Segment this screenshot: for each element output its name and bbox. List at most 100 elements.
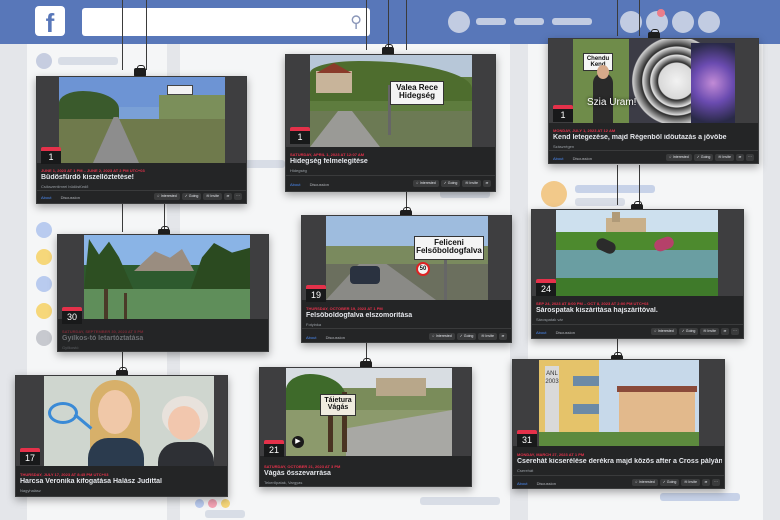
more-options-icon[interactable]: ··· — [746, 154, 754, 161]
invite-button[interactable]: ✉ Invite — [700, 328, 719, 335]
share-icon[interactable]: ➦ — [224, 193, 232, 200]
facebook-search-bar[interactable]: ⚲ — [82, 8, 370, 36]
tab-discussion[interactable]: Discussion — [573, 156, 592, 161]
event-location[interactable]: Gyilkostó — [62, 345, 78, 350]
going-button[interactable]: ✓ Going — [456, 333, 477, 340]
text-placeholder — [575, 185, 655, 193]
tab-discussion[interactable]: Discussion — [310, 182, 329, 187]
invite-button[interactable]: ✉ Invite — [715, 154, 734, 161]
interested-button[interactable]: ☆ Interested — [153, 193, 180, 200]
event-card[interactable]: Feliceni Felsőboldogfalva 50 19 THURSDAY,… — [301, 215, 512, 343]
avatar-icon — [541, 181, 567, 207]
tab-about[interactable]: About — [553, 156, 563, 161]
share-icon[interactable]: ➦ — [499, 333, 507, 340]
account-icon[interactable] — [698, 11, 720, 33]
share-icon[interactable]: ➦ — [702, 479, 710, 486]
event-card[interactable]: 30 SATURDAY, SEPTEMBER 30, 2023 AT 5 PM … — [57, 234, 269, 352]
speed-limit-sign: 50 — [416, 262, 430, 276]
cover-photo: Feliceni Felsőboldogfalva 50 — [326, 216, 488, 300]
cover-photo: Táietura Vágás ▶ — [286, 368, 452, 456]
event-actions: ☆ Interested ✓ Going ✉ Invite ➦ ··· — [631, 479, 720, 486]
tab-about[interactable]: About — [536, 330, 546, 335]
interested-button[interactable]: ☆ Interested — [412, 180, 439, 187]
event-location[interactable]: Nagyhalász — [20, 488, 41, 493]
going-button[interactable]: ✓ Going — [181, 193, 202, 200]
more-options-icon[interactable]: ··· — [234, 193, 242, 200]
tab-about[interactable]: About — [306, 335, 316, 340]
event-title[interactable]: Sárospatak kiszárítása hajszárítóval. — [536, 307, 736, 314]
going-button[interactable]: ✓ Going — [678, 328, 699, 335]
event-location[interactable]: Szászrégen — [553, 144, 574, 149]
event-date: JUNE 1, 2023 AT 1 PM – JUNE 2, 2023 AT 2… — [41, 168, 145, 173]
date-badge-icon: 1 — [41, 147, 61, 164]
invite-button[interactable]: ✉ Invite — [681, 479, 700, 486]
event-cover — [16, 376, 227, 466]
interested-button[interactable]: ☆ Interested — [428, 333, 455, 340]
nav-placeholder — [514, 18, 544, 25]
interested-button[interactable]: ☆ Interested — [631, 479, 658, 486]
date-badge-icon: 19 — [306, 285, 326, 302]
reaction-icon — [221, 499, 230, 508]
event-card[interactable]: ANL 2003 31 MONDAY, MARCH 27, 2023 AT 1 … — [512, 359, 725, 489]
invite-button[interactable]: ✉ Invite — [478, 333, 497, 340]
tab-about[interactable]: About — [41, 195, 51, 200]
facebook-logo[interactable]: f — [35, 6, 65, 38]
tab-discussion[interactable]: Discussion — [537, 481, 556, 486]
event-title[interactable]: Felsőboldogfalva elszomorítása — [306, 312, 506, 319]
notifications-icon[interactable] — [672, 11, 694, 33]
event-card[interactable]: 17 THURSDAY, JULY 17, 2023 AT 8:45 PM UT… — [15, 375, 228, 497]
event-location[interactable]: Hidegség — [290, 168, 307, 173]
share-icon[interactable]: ➦ — [736, 154, 744, 161]
town-sign: Táietura Vágás — [320, 394, 356, 416]
date-badge-icon: 31 — [517, 430, 537, 447]
event-card[interactable]: 24 SEP 24, 2023 AT 8:00 PM – OCT 8, 2023… — [531, 209, 744, 339]
event-cover: Chendu Kend Szia Uram! — [549, 39, 758, 123]
interested-button[interactable]: ☆ Interested — [665, 154, 692, 161]
event-cover: Feliceni Felsőboldogfalva 50 — [302, 216, 511, 300]
event-date: SATURDAY, APRIL 1, 2023 AT 12:07 AM — [290, 152, 365, 157]
search-icon[interactable]: ⚲ — [350, 12, 362, 32]
event-title[interactable]: Hidegség felmelegítése — [290, 158, 490, 165]
more-options-icon[interactable]: ··· — [731, 328, 739, 335]
share-icon[interactable]: ➦ — [721, 328, 729, 335]
going-button[interactable]: ✓ Going — [693, 154, 714, 161]
video-icon[interactable]: ▶ — [292, 436, 304, 448]
event-card[interactable]: Táietura Vágás ▶ 21 SATURDAY, OCTOBER 21,… — [259, 367, 472, 487]
event-card[interactable]: Valea Rece Hidegség 1 SATURDAY, APRIL 1, … — [285, 54, 496, 192]
more-options-icon[interactable]: ··· — [712, 479, 720, 486]
event-location[interactable]: Tekerőpatak, Vargyas — [264, 480, 302, 485]
avatar-icon[interactable] — [448, 11, 470, 33]
share-icon[interactable]: ➦ — [483, 180, 491, 187]
going-button[interactable]: ✓ Going — [440, 180, 461, 187]
invite-button[interactable]: ✉ Invite — [462, 180, 481, 187]
tab-discussion[interactable]: Discussion — [61, 195, 80, 200]
event-card[interactable]: 1 JUNE 1, 2023 AT 1 PM – JUNE 2, 2023 AT… — [36, 76, 247, 204]
event-location[interactable]: Cserehát — [517, 468, 533, 473]
shortcut-icon — [36, 249, 52, 265]
text-placeholder — [58, 57, 118, 65]
invite-button[interactable]: ✉ Invite — [203, 193, 222, 200]
notification-badge-icon — [657, 9, 665, 17]
interested-button[interactable]: ☆ Interested — [650, 328, 677, 335]
event-date: SATURDAY, SEPTEMBER 30, 2023 AT 5 PM — [62, 329, 144, 334]
event-location[interactable]: Sárospatak vár — [536, 317, 563, 322]
event-tabs: About Discussion — [553, 156, 592, 161]
event-cover: ANL 2003 — [513, 360, 724, 446]
event-title[interactable]: Büdösfürdő kiszellőztetése! — [41, 174, 241, 181]
tab-discussion[interactable]: Discussion — [556, 330, 575, 335]
event-title[interactable]: Vágás összevarrása — [264, 470, 469, 477]
tab-about[interactable]: About — [290, 182, 300, 187]
going-button[interactable]: ✓ Going — [659, 479, 680, 486]
event-title[interactable]: Kend letegezése, majd Régenből időutazás… — [553, 134, 753, 141]
cover-photo: ANL 2003 — [539, 360, 699, 446]
event-location[interactable]: Fotyinka — [306, 322, 321, 327]
event-card[interactable]: Chendu Kend Szia Uram! 1 MONDAY, JULY 1, … — [548, 38, 759, 164]
event-title[interactable]: Cserehát kicserélése derékra majd közös … — [517, 458, 722, 465]
tab-discussion[interactable]: Discussion — [326, 335, 345, 340]
event-title[interactable]: Harcsa Veronika kifogatása Halász Juditt… — [20, 478, 225, 485]
reaction-icon — [195, 499, 204, 508]
event-title[interactable]: Gyilkos-tó letartóztatása — [62, 335, 262, 342]
tab-about[interactable]: About — [517, 481, 527, 486]
nav-placeholder — [552, 18, 592, 25]
event-location[interactable]: Csíkszentimrei büdösfürdő — [41, 184, 88, 189]
